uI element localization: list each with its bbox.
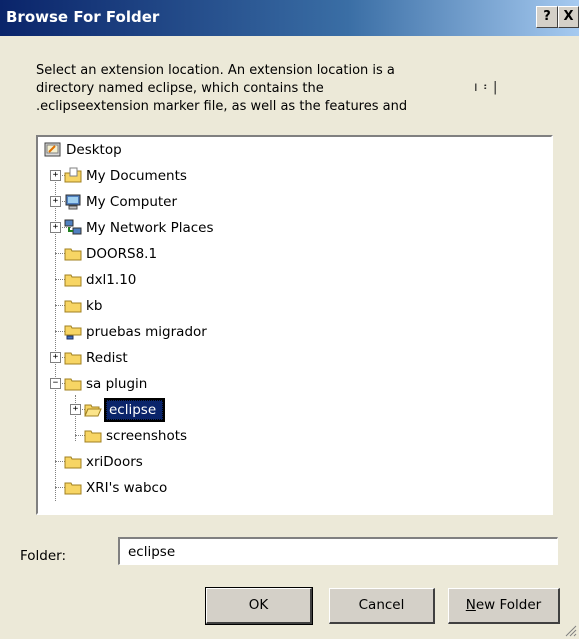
open-folder-icon [84,404,102,417]
tree-item-label: dxl1.10 [86,272,137,288]
desktop-icon [44,142,61,157]
tree-item-label: xriDoors [86,454,143,470]
new-folder-button-label: ew Folder [475,597,542,613]
shared-folder-icon [64,325,82,340]
collapse-button[interactable]: − [50,378,61,389]
folder-icon [64,378,82,391]
tree-item-label: kb [86,298,103,314]
description-text: Select an extension location. An extensi… [36,62,456,116]
description-line-2: directory named eclipse, which contains … [36,81,324,96]
tree-item-label: sa plugin [86,376,148,392]
expand-button[interactable]: + [50,222,61,233]
tree-item-label: screenshots [106,428,188,444]
description-line-1: Select an extension location. An extensi… [36,63,395,78]
window-title: Browse For Folder [6,8,160,26]
folder-icon [64,456,82,469]
description-line-3: .eclipseextension marker file, as well a… [36,99,408,114]
cancel-button[interactable]: Cancel [329,588,435,624]
folder-icon [64,300,82,313]
ok-button[interactable]: OK [205,587,313,625]
expand-button[interactable]: + [70,404,81,415]
folder-icon [64,248,82,261]
my-documents-icon [64,167,82,183]
network-places-icon [64,219,82,235]
folder-tree[interactable]: + + + + − + Desktop My Documents My Comp… [36,135,553,515]
tree-item-label-selected: eclipse [103,398,166,422]
tree-item-label: My Network Places [86,220,214,236]
tree-item-label: Redist [86,350,128,366]
expand-button[interactable]: + [50,196,61,207]
folder-icon [84,430,102,443]
tree-item-label: pruebas migrador [86,324,207,340]
tree-item-label: My Computer [86,194,178,210]
new-folder-button-accesskey: N [465,597,476,613]
folder-icon [64,482,82,495]
new-folder-button[interactable]: New Folder [448,588,560,624]
expand-button[interactable]: + [50,352,61,363]
folder-icon [64,274,82,287]
folder-field-label: Folder: [20,548,67,564]
title-bar[interactable]: Browse For Folder ? X [0,0,579,36]
expand-button[interactable]: + [50,170,61,181]
close-button[interactable]: X [558,6,579,28]
tree-item-label: Desktop [66,142,122,158]
tree-connector [55,171,56,501]
tree-item-label: My Documents [86,168,187,184]
folder-icon [64,352,82,365]
tree-item-label: DOORS8.1 [86,246,158,262]
folder-input[interactable] [118,537,558,565]
resize-grip-icon[interactable] [565,625,577,637]
help-button[interactable]: ? [536,6,558,28]
description-artifacts: ı ፡ | [474,80,499,95]
tree-item-label: XRI's wabco [86,480,168,496]
my-computer-icon [65,194,81,210]
